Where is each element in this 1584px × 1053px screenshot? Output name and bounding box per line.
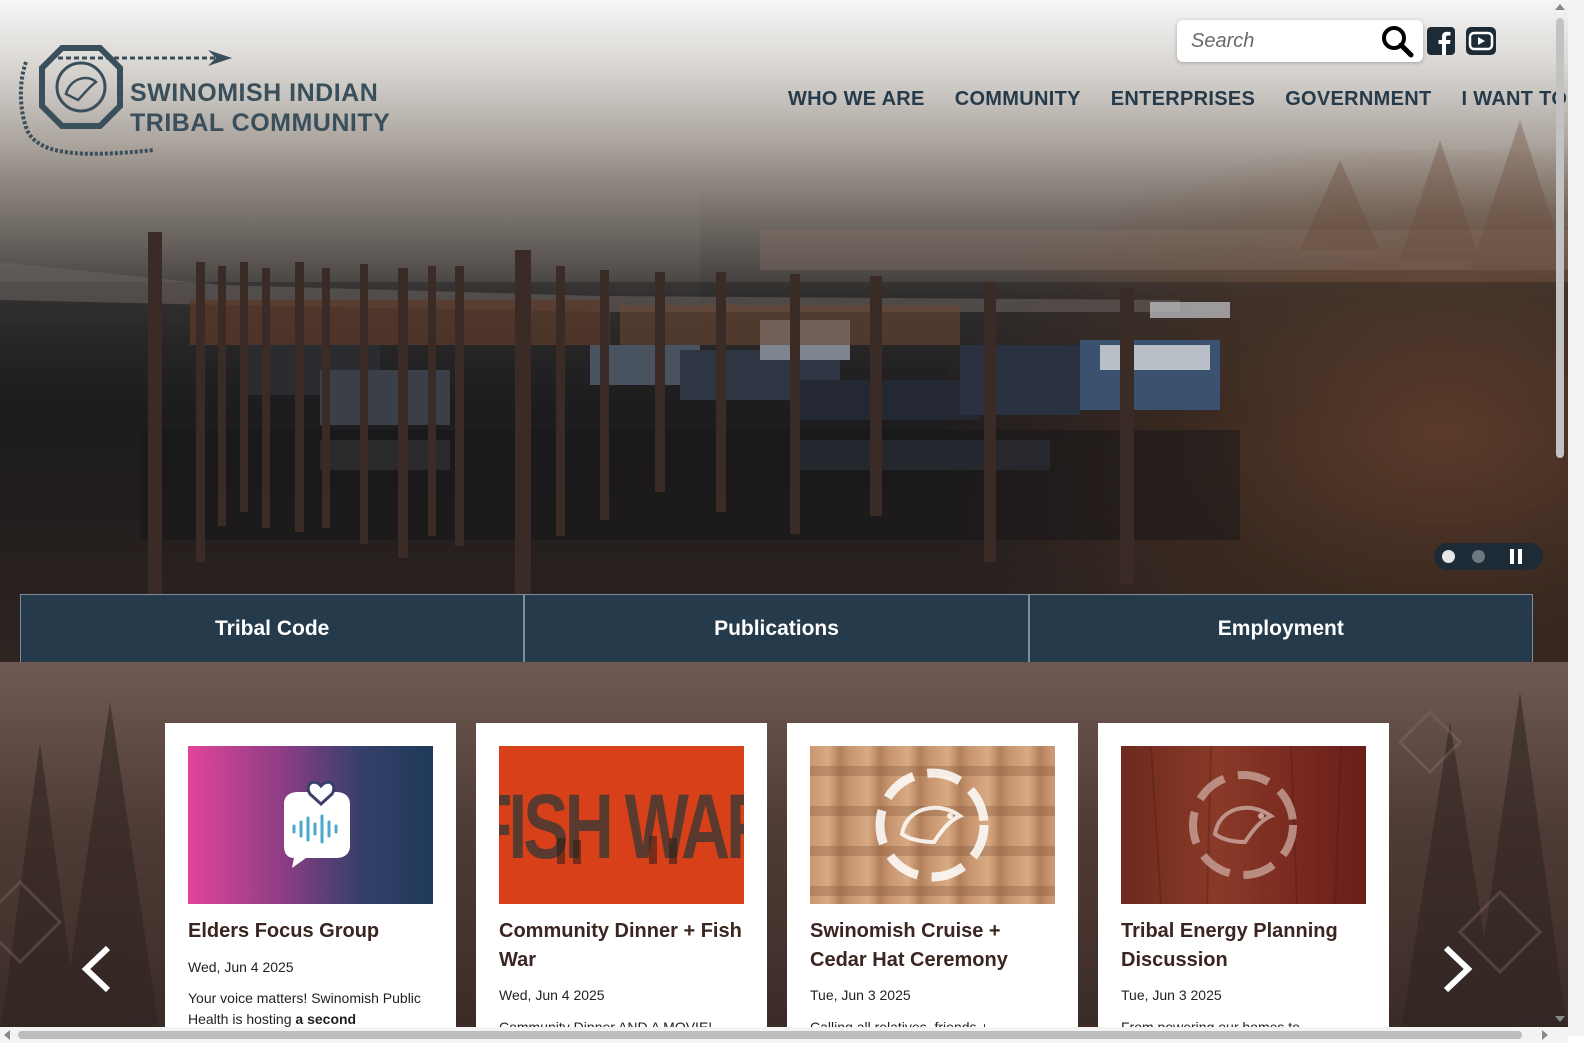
- facebook-icon[interactable]: [1427, 27, 1455, 55]
- slideshow-controls: [1434, 543, 1543, 570]
- scroll-up-arrow-icon[interactable]: [1555, 4, 1565, 10]
- event-image: [810, 746, 1055, 904]
- chevron-right-icon[interactable]: [1438, 944, 1476, 994]
- quick-links-bar: Tribal Code Publications Employment: [20, 594, 1533, 663]
- event-description: Your voice matters! Swinomish Public Hea…: [188, 990, 421, 1027]
- event-image: [1121, 746, 1366, 904]
- event-title[interactable]: Tribal Energy Planning Discussion: [1121, 917, 1371, 975]
- page-viewport: SWINOMISH INDIAN TRIBAL COMMUNITY WHO WE…: [0, 0, 1568, 1036]
- search-box: [1177, 20, 1423, 62]
- quick-link-publications[interactable]: Publications: [524, 594, 1029, 663]
- scroll-left-arrow-icon[interactable]: [4, 1030, 10, 1040]
- nav-i-want-to[interactable]: I WANT TO...: [1462, 88, 1568, 116]
- vertical-scrollbar-thumb[interactable]: [1556, 18, 1564, 458]
- nav-who-we-are[interactable]: WHO WE ARE: [788, 88, 925, 116]
- event-date: Tue, Jun 3 2025: [810, 987, 911, 1003]
- slide-dot-1[interactable]: [1442, 550, 1455, 563]
- event-image: [188, 746, 433, 904]
- horizontal-scrollbar-thumb[interactable]: [18, 1031, 1522, 1039]
- event-date: Tue, Jun 3 2025: [1121, 987, 1222, 1003]
- event-title[interactable]: Elders Focus Group: [188, 917, 438, 946]
- salmon-emblem-icon: [810, 766, 1055, 896]
- quick-link-tribal-code[interactable]: Tribal Code: [20, 594, 525, 663]
- slide-dot-2[interactable]: [1472, 550, 1485, 563]
- vertical-scrollbar[interactable]: [1568, 0, 1584, 1036]
- fish-war-poster: FISH WAR: [499, 776, 744, 878]
- scroll-right-arrow-icon[interactable]: [1542, 1030, 1548, 1040]
- nav-community[interactable]: COMMUNITY: [955, 88, 1081, 116]
- event-title[interactable]: Swinomish Cruise + Cedar Hat Ceremony: [810, 917, 1060, 975]
- event-image: FISH WAR: [499, 746, 744, 904]
- hero-banner: SWINOMISH INDIAN TRIBAL COMMUNITY WHO WE…: [0, 0, 1568, 662]
- logo-wordmark[interactable]: SWINOMISH INDIAN TRIBAL COMMUNITY: [130, 78, 390, 138]
- salmon-emblem-icon: [1150, 746, 1342, 904]
- event-date: Wed, Jun 4 2025: [188, 959, 294, 975]
- speech-bubble-heart-icon: [284, 780, 350, 868]
- pause-icon[interactable]: [1509, 549, 1523, 564]
- chevron-left-icon[interactable]: [78, 944, 116, 994]
- search-input[interactable]: [1191, 29, 1371, 53]
- events-carousel: Elders Focus Group Wed, Jun 4 2025 Your …: [0, 662, 1568, 1036]
- scroll-down-arrow-icon[interactable]: [1555, 1016, 1565, 1022]
- event-card[interactable]: Swinomish Cruise + Cedar Hat Ceremony Tu…: [787, 723, 1078, 1036]
- nav-government[interactable]: GOVERNMENT: [1285, 88, 1431, 116]
- quick-link-employment[interactable]: Employment: [1028, 594, 1533, 663]
- event-card[interactable]: Tribal Energy Planning Discussion Tue, J…: [1098, 723, 1389, 1036]
- event-card[interactable]: FISH WAR Community Dinner + Fish War Wed…: [476, 723, 767, 1036]
- event-date: Wed, Jun 4 2025: [499, 987, 605, 1003]
- logo-line-2: TRIBAL COMMUNITY: [130, 109, 391, 137]
- main-navigation: WHO WE ARE COMMUNITY ENTERPRISES GOVERNM…: [788, 88, 1568, 116]
- youtube-icon[interactable]: [1466, 27, 1496, 55]
- event-title[interactable]: Community Dinner + Fish War: [499, 917, 749, 975]
- search-icon[interactable]: [1380, 24, 1414, 58]
- fish-war-poster-text: FISH WAR: [499, 776, 744, 878]
- logo-line-1: SWINOMISH INDIAN: [130, 79, 379, 107]
- nav-enterprises[interactable]: ENTERPRISES: [1111, 88, 1255, 116]
- event-card[interactable]: Elders Focus Group Wed, Jun 4 2025 Your …: [165, 723, 456, 1036]
